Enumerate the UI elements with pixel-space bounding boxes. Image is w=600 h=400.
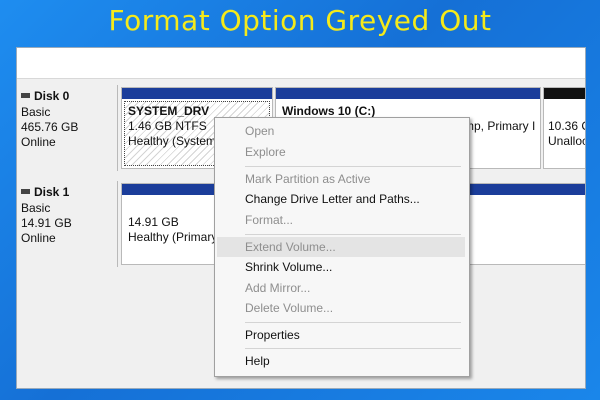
menu-separator <box>245 322 461 323</box>
disk-1-label[interactable]: Disk 1 Basic 14.91 GB Online <box>17 181 118 267</box>
disk-size: 465.76 GB <box>21 120 79 134</box>
partition-status: mp, Primary I <box>464 119 536 133</box>
disk-icon <box>21 93 30 99</box>
toolbar-area <box>17 48 585 79</box>
menu-item-change-drive-letter[interactable]: Change Drive Letter and Paths... <box>217 189 465 209</box>
menu-separator <box>245 234 461 235</box>
partition-size: 1.46 GB NTFS <box>128 119 207 133</box>
menu-item-properties[interactable]: Properties <box>217 325 465 345</box>
menu-separator <box>245 348 461 349</box>
disk-type: Basic <box>21 201 51 215</box>
disk-size: 14.91 GB <box>21 216 72 230</box>
disk-status: Online <box>21 135 56 149</box>
partition-status: Unalloc <box>548 134 586 148</box>
partition-name: SYSTEM_DRV <box>128 104 210 118</box>
partition-status: Healthy (System <box>128 134 217 148</box>
partition-unallocated[interactable]: 10.36 C Unalloc <box>543 87 586 169</box>
partition-bar <box>276 88 540 99</box>
disk-name: Disk 0 <box>34 89 70 103</box>
context-menu: Open Explore Mark Partition as Active Ch… <box>214 117 470 377</box>
partition-status: Healthy (Primary <box>128 230 218 244</box>
disk-icon <box>21 189 30 195</box>
partition-bar <box>122 88 272 99</box>
menu-item-extend-volume[interactable]: Extend Volume... <box>217 237 465 257</box>
menu-item-add-mirror[interactable]: Add Mirror... <box>217 278 465 298</box>
menu-separator <box>245 166 461 167</box>
disk-0-label[interactable]: Disk 0 Basic 465.76 GB Online <box>17 85 118 171</box>
partition-size: 10.36 C <box>548 119 586 133</box>
menu-item-mark-active[interactable]: Mark Partition as Active <box>217 169 465 189</box>
menu-item-explore[interactable]: Explore <box>217 142 465 162</box>
menu-item-delete-volume[interactable]: Delete Volume... <box>217 298 465 318</box>
disk-name: Disk 1 <box>34 185 70 199</box>
partition-size: 14.91 GB <box>128 215 179 229</box>
menu-item-open[interactable]: Open <box>217 121 465 141</box>
menu-item-shrink-volume[interactable]: Shrink Volume... <box>217 257 465 277</box>
banner-title: Format Option Greyed Out <box>108 4 492 37</box>
disk-status: Online <box>21 231 56 245</box>
menu-item-format[interactable]: Format... <box>217 210 465 230</box>
menu-item-help[interactable]: Help <box>217 351 465 371</box>
disk-type: Basic <box>21 105 51 119</box>
partition-bar <box>544 88 585 99</box>
